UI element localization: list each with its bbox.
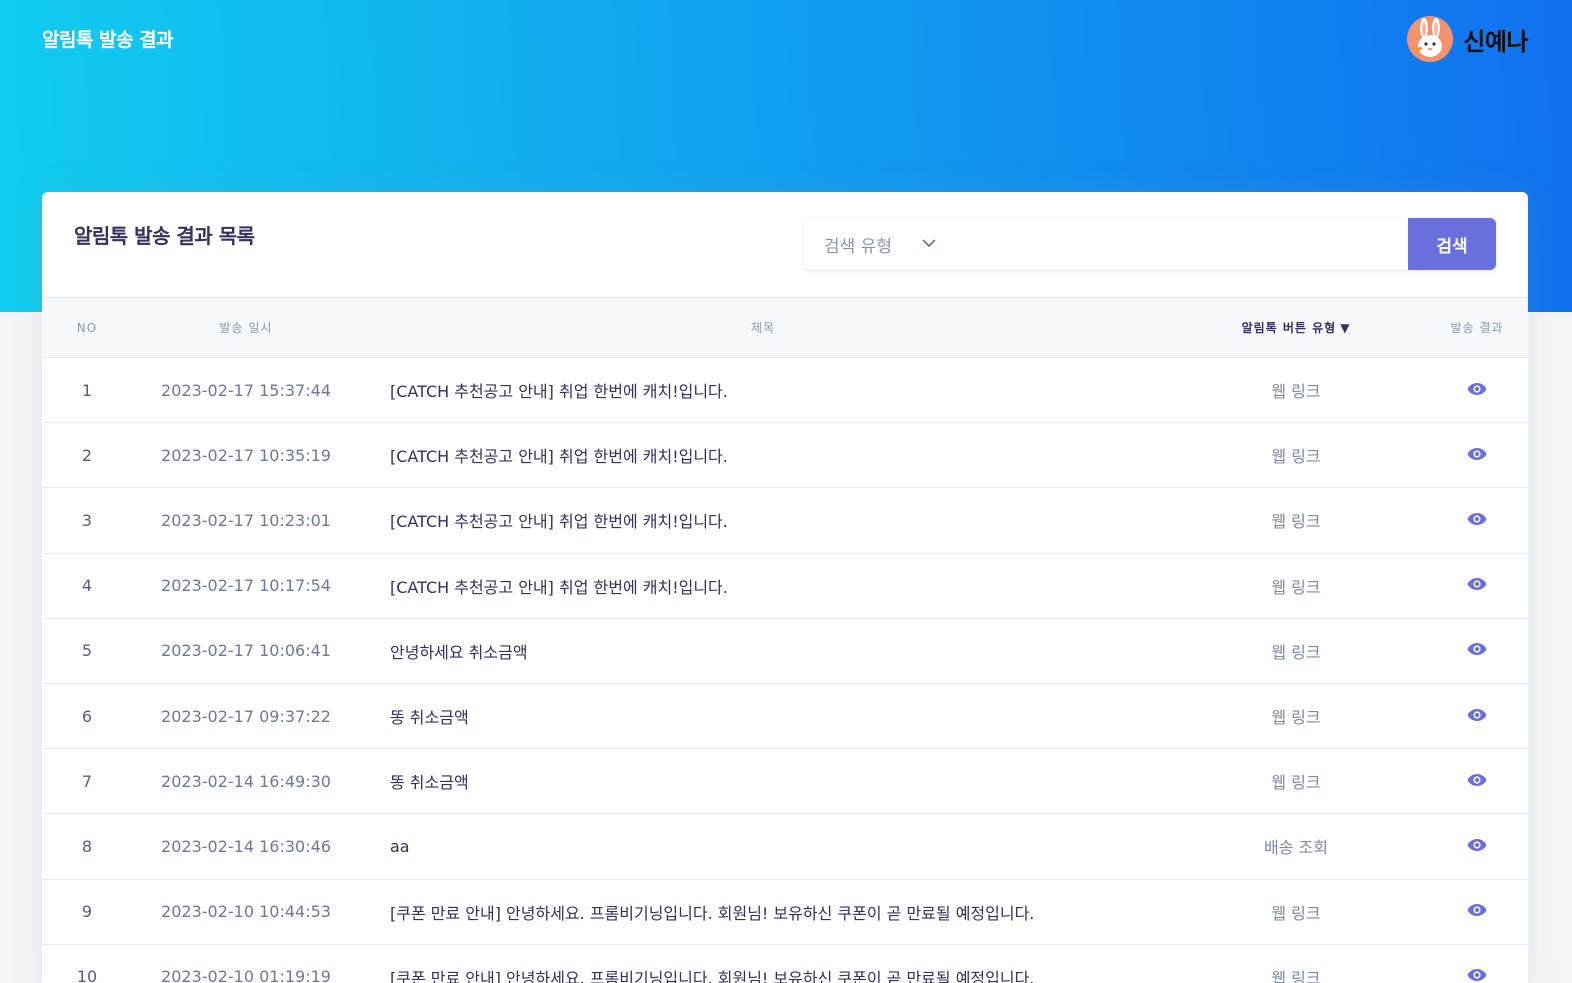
row-number: 2 (42, 422, 132, 489)
column-header-button-type[interactable]: 알림톡 버튼 유형 ▼ (1166, 297, 1426, 358)
row-subject[interactable]: [쿠폰 만료 안내] 안녕하세요. 프롬비기닝입니다. 회원님! 보유하신 쿠폰… (360, 944, 1166, 983)
row-number: 10 (42, 944, 132, 983)
search-bar: 검색 유형 검색 (804, 218, 1496, 270)
row-button-type: 웹 링크 (1166, 748, 1426, 815)
row-subject[interactable]: aa (360, 813, 1166, 880)
search-type-placeholder: 검색 유형 (824, 236, 892, 257)
row-number: 6 (42, 683, 132, 750)
row-number: 1 (42, 357, 132, 424)
eye-icon[interactable] (1467, 446, 1487, 465)
eye-icon[interactable] (1467, 576, 1487, 595)
row-number: 3 (42, 487, 132, 554)
row-button-type: 웹 링크 (1166, 618, 1426, 684)
column-header-result: 발송 결과 (1426, 297, 1528, 358)
table-row[interactable]: 10 2023-02-10 01:19:19 [쿠폰 만료 안내] 안녕하세요. 프… (42, 944, 1528, 983)
search-button[interactable]: 검색 (1408, 218, 1496, 270)
row-button-type: 웹 링크 (1166, 944, 1426, 983)
row-subject[interactable]: [CATCH 추천공고 안내] 취업 한번에 캐치!입니다. (360, 422, 1166, 489)
table-row[interactable]: 4 2023-02-17 10:17:54 [CATCH 추천공고 안내] 취업 한… (42, 553, 1528, 619)
table-row[interactable]: 1 2023-02-17 15:37:44 [CATCH 추천공고 안내] 취업 한… (42, 357, 1528, 424)
user-menu[interactable]: 신예나 (1407, 16, 1528, 62)
row-send-date: 2023-02-17 10:35:19 (132, 422, 360, 489)
search-type-select[interactable]: 검색 유형 (804, 218, 1408, 270)
row-button-type: 웹 링크 (1166, 553, 1426, 619)
row-button-type: 웹 링크 (1166, 683, 1426, 750)
row-result-cell (1426, 683, 1528, 750)
row-subject[interactable]: [쿠폰 만료 안내] 안녕하세요. 프롬비기닝입니다. 회원님! 보유하신 쿠폰… (360, 879, 1166, 945)
table-row[interactable]: 5 2023-02-17 10:06:41 안녕하세요 취소금액 웹 링크 (42, 618, 1528, 684)
app-title[interactable]: 알림톡 발송 결과 (42, 25, 174, 52)
row-button-type: 웹 링크 (1166, 487, 1426, 554)
table-row[interactable]: 2 2023-02-17 10:35:19 [CATCH 추천공고 안내] 취업 한… (42, 422, 1528, 489)
row-subject[interactable]: 똥 취소금액 (360, 683, 1166, 750)
column-header-date: 발송 일시 (132, 297, 360, 358)
row-number: 7 (42, 748, 132, 815)
card-title: 알림톡 발송 결과 목록 (74, 224, 255, 248)
row-send-date: 2023-02-17 10:06:41 (132, 618, 360, 684)
eye-icon[interactable] (1467, 381, 1487, 400)
row-send-date: 2023-02-10 01:19:19 (132, 944, 360, 983)
row-subject[interactable]: [CATCH 추천공고 안내] 취업 한번에 캐치!입니다. (360, 487, 1166, 554)
column-header-no: NO (42, 297, 132, 358)
row-button-type: 배송 조회 (1166, 813, 1426, 880)
row-send-date: 2023-02-17 10:23:01 (132, 487, 360, 554)
eye-icon[interactable] (1467, 511, 1487, 530)
row-result-cell (1426, 422, 1528, 489)
row-result-cell (1426, 618, 1528, 684)
row-number: 8 (42, 813, 132, 880)
row-button-type: 웹 링크 (1166, 879, 1426, 945)
row-subject[interactable]: [CATCH 추천공고 안내] 취업 한번에 캐치!입니다. (360, 357, 1166, 424)
eye-icon[interactable] (1467, 772, 1487, 791)
row-send-date: 2023-02-14 16:30:46 (132, 813, 360, 880)
row-button-type: 웹 링크 (1166, 422, 1426, 489)
row-subject[interactable]: 똥 취소금액 (360, 748, 1166, 815)
row-result-cell (1426, 879, 1528, 945)
user-name[interactable]: 신예나 (1463, 22, 1528, 57)
row-number: 4 (42, 553, 132, 619)
table-row[interactable]: 9 2023-02-10 10:44:53 [쿠폰 만료 안내] 안녕하세요. 프롬… (42, 879, 1528, 945)
results-table: NO 발송 일시 제목 알림톡 버튼 유형 ▼ 발송 결과 1 2023-02-17… (42, 297, 1528, 983)
row-result-cell (1426, 553, 1528, 619)
eye-icon[interactable] (1467, 837, 1487, 856)
row-button-type: 웹 링크 (1166, 357, 1426, 424)
row-subject[interactable]: 안녕하세요 취소금액 (360, 618, 1166, 684)
table-row[interactable]: 8 2023-02-14 16:30:46 aa 배송 조회 (42, 813, 1528, 880)
table-row[interactable]: 7 2023-02-14 16:49:30 똥 취소금액 웹 링크 (42, 748, 1528, 815)
row-result-cell (1426, 487, 1528, 554)
row-result-cell (1426, 944, 1528, 983)
eye-icon[interactable] (1467, 902, 1487, 921)
row-number: 9 (42, 879, 132, 945)
table-row[interactable]: 3 2023-02-17 10:23:01 [CATCH 추천공고 안내] 취업 한… (42, 487, 1528, 554)
chevron-down-icon (922, 237, 936, 252)
row-result-cell (1426, 748, 1528, 815)
row-send-date: 2023-02-14 16:49:30 (132, 748, 360, 815)
rabbit-avatar-icon[interactable] (1407, 16, 1454, 62)
eye-icon[interactable] (1467, 707, 1487, 726)
table-row[interactable]: 6 2023-02-17 09:37:22 똥 취소금액 웹 링크 (42, 683, 1528, 750)
row-send-date: 2023-02-17 10:17:54 (132, 553, 360, 619)
row-result-cell (1426, 813, 1528, 880)
results-card: 알림톡 발송 결과 목록 검색 유형 검색 NO 발송 일시 제목 알림톡 버튼… (42, 192, 1528, 983)
eye-icon[interactable] (1467, 967, 1487, 983)
table-header-row: NO 발송 일시 제목 알림톡 버튼 유형 ▼ 발송 결과 (42, 297, 1528, 358)
row-result-cell (1426, 357, 1528, 424)
column-header-subject: 제목 (360, 297, 1166, 358)
column-header-button-type-label: 알림톡 버튼 유형 (1241, 321, 1337, 335)
row-send-date: 2023-02-17 09:37:22 (132, 683, 360, 750)
sort-down-icon[interactable]: ▼ (1340, 321, 1350, 335)
eye-icon[interactable] (1467, 641, 1487, 660)
row-number: 5 (42, 618, 132, 684)
row-send-date: 2023-02-10 10:44:53 (132, 879, 360, 945)
row-send-date: 2023-02-17 15:37:44 (132, 357, 360, 424)
row-subject[interactable]: [CATCH 추천공고 안내] 취업 한번에 캐치!입니다. (360, 553, 1166, 619)
